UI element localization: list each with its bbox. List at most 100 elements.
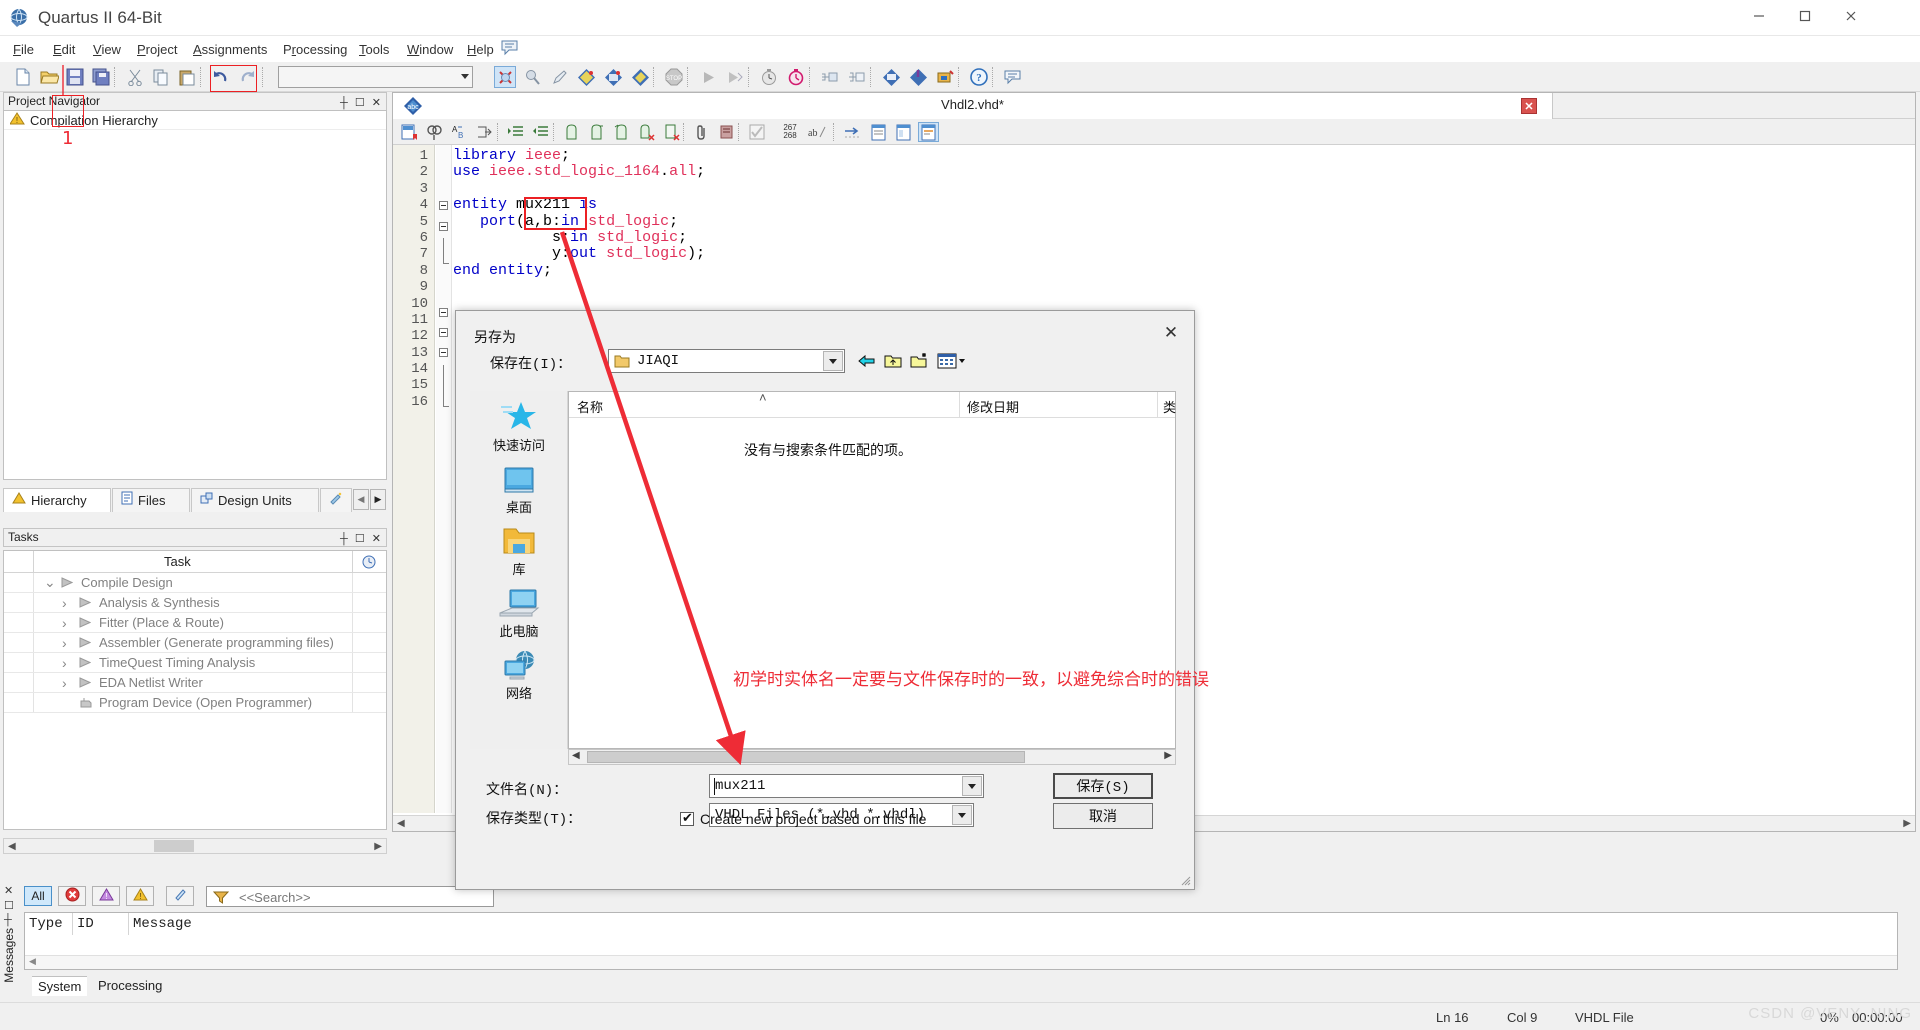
place-quick-access[interactable]: 快速访问 <box>470 395 568 454</box>
editor-tab-close-button[interactable]: ✕ <box>1521 98 1537 114</box>
device-icon[interactable] <box>79 697 93 709</box>
left-dock-hscrollbar[interactable]: ◀ ▶ <box>3 838 387 854</box>
filter-error-button[interactable] <box>58 886 86 906</box>
remove-comment-icon[interactable] <box>636 122 657 142</box>
analysis-synthesis-icon[interactable] <box>602 66 624 88</box>
menu-edit[interactable]: Edit <box>46 40 82 59</box>
filter-info-button[interactable] <box>166 886 194 906</box>
start-compilation-icon[interactable] <box>575 66 597 88</box>
technology-viewer-icon[interactable] <box>846 66 868 88</box>
play-icon[interactable] <box>61 577 75 588</box>
fold-marker[interactable] <box>436 327 451 344</box>
scroll-right-arrow[interactable]: ▶ <box>374 841 382 852</box>
attach-icon[interactable] <box>691 122 712 142</box>
place-library[interactable]: 库 <box>470 519 568 578</box>
project-navigator-tree[interactable]: ! Compilation Hierarchy <box>3 110 387 480</box>
dialog-resize-grip[interactable] <box>1179 874 1191 886</box>
play-icon[interactable] <box>79 597 93 608</box>
chip-planner-icon[interactable] <box>907 66 929 88</box>
messages-pin-icon[interactable]: ┼ <box>4 914 12 926</box>
task-row[interactable]: ⌄ Compile Design <box>4 573 386 593</box>
redo-icon[interactable] <box>236 66 258 88</box>
up-folder-icon[interactable] <box>883 351 903 374</box>
dialog-close-button[interactable]: ✕ <box>1156 319 1186 347</box>
bookmark-icon[interactable] <box>399 122 420 142</box>
close-button[interactable] <box>1828 0 1874 32</box>
save-all-icon[interactable] <box>90 66 112 88</box>
messages-close-icon[interactable]: ✕ <box>4 884 13 897</box>
file-col-name[interactable]: 名称 <box>577 397 603 416</box>
play-icon[interactable] <box>79 617 93 628</box>
chevron-right-icon[interactable]: › <box>62 635 73 651</box>
copy-icon[interactable] <box>150 66 172 88</box>
file-scroll-left-arrow[interactable]: ◀ <box>572 750 580 761</box>
open-file-icon[interactable] <box>38 66 60 88</box>
filter-critical-warning-button[interactable]: ! <box>92 886 120 906</box>
code-line[interactable] <box>453 279 1915 295</box>
play-icon[interactable] <box>79 657 93 668</box>
task-row[interactable]: › Fitter (Place & Route) <box>4 613 386 633</box>
file-col-modified[interactable]: 修改日期 <box>967 397 1019 416</box>
code-line[interactable]: end entity; <box>453 262 1915 279</box>
create-new-project-checkbox[interactable] <box>680 810 694 826</box>
help-icon[interactable]: ? <box>968 66 990 88</box>
check-icon[interactable] <box>746 122 767 142</box>
fold-marker[interactable] <box>436 364 451 382</box>
messages-tab-processing[interactable]: Processing <box>92 976 168 996</box>
messages-scroll-left-arrow[interactable]: ◀ <box>29 956 36 967</box>
code-line[interactable]: library ieee; <box>453 147 1915 164</box>
fitter-icon[interactable] <box>629 66 651 88</box>
save-button[interactable]: 保存(S) <box>1053 773 1153 799</box>
task-row[interactable]: › Assembler (Generate programming files) <box>4 633 386 653</box>
fold-marker[interactable] <box>436 237 451 255</box>
fold-marker[interactable] <box>436 381 451 398</box>
line-count-icon[interactable]: 267 268 <box>775 122 805 142</box>
menu-view[interactable]: View <box>86 40 128 59</box>
timing-analyzer-icon[interactable] <box>758 66 780 88</box>
tabs-scroll-left-button[interactable]: ◀ <box>353 489 369 510</box>
code-line[interactable]: entity mux211 is <box>453 196 1915 213</box>
chevron-right-icon[interactable]: › <box>62 615 73 631</box>
messages-col-id[interactable]: ID <box>73 913 129 935</box>
maximize-button[interactable] <box>1782 0 1828 32</box>
arrow-icon[interactable] <box>841 122 862 142</box>
tab-files[interactable]: Files <box>112 488 190 512</box>
play-icon[interactable] <box>79 637 93 648</box>
play-compile-icon[interactable] <box>697 66 719 88</box>
file-list-hscrollbar[interactable]: ◀ ▶ <box>568 749 1176 765</box>
fold-marker[interactable] <box>436 348 451 364</box>
indent-icon[interactable] <box>505 122 526 142</box>
message-balloon-icon[interactable] <box>500 39 522 59</box>
undo-icon[interactable] <box>210 66 232 88</box>
cancel-button[interactable]: 取消 <box>1053 803 1153 829</box>
menu-file[interactable]: File <box>6 40 41 59</box>
timequest-icon[interactable] <box>785 66 807 88</box>
new-folder-icon[interactable] <box>910 351 930 374</box>
code-folding-column[interactable] <box>436 145 452 813</box>
file-hscroll-thumb[interactable] <box>587 751 1025 763</box>
outdent-icon[interactable] <box>530 122 551 142</box>
abbrev-icon[interactable]: ab <box>806 122 827 142</box>
message-window-icon[interactable] <box>1002 66 1024 88</box>
back-arrow-icon[interactable] <box>856 351 876 374</box>
messages-search-field[interactable]: <<Search>> <box>206 886 494 907</box>
code-line[interactable] <box>453 181 1915 197</box>
cut-icon[interactable] <box>124 66 146 88</box>
filename-dropdown-button[interactable] <box>962 776 982 796</box>
tabs-scroll-right-button[interactable]: ▶ <box>370 489 386 510</box>
replace-icon[interactable]: AB <box>449 122 470 142</box>
task-row[interactable]: › Analysis & Synthesis <box>4 593 386 613</box>
save-in-dropdown-button[interactable] <box>823 351 843 371</box>
messages-table[interactable]: Type ID Message ◀ <box>24 912 1898 970</box>
menu-assignments[interactable]: Assignments <box>186 40 274 59</box>
programmer-icon[interactable] <box>934 66 956 88</box>
page1-icon[interactable] <box>868 122 889 142</box>
messages-tab-system[interactable]: System <box>32 976 88 996</box>
menu-help[interactable]: Help <box>460 40 501 59</box>
minimize-button[interactable] <box>1736 0 1782 32</box>
save-file-icon[interactable] <box>64 66 86 88</box>
insert-template-icon[interactable] <box>611 122 632 142</box>
play-icon[interactable] <box>79 677 93 688</box>
fold-marker[interactable] <box>436 201 451 217</box>
messages-float-icon[interactable]: ☐ <box>4 899 14 912</box>
